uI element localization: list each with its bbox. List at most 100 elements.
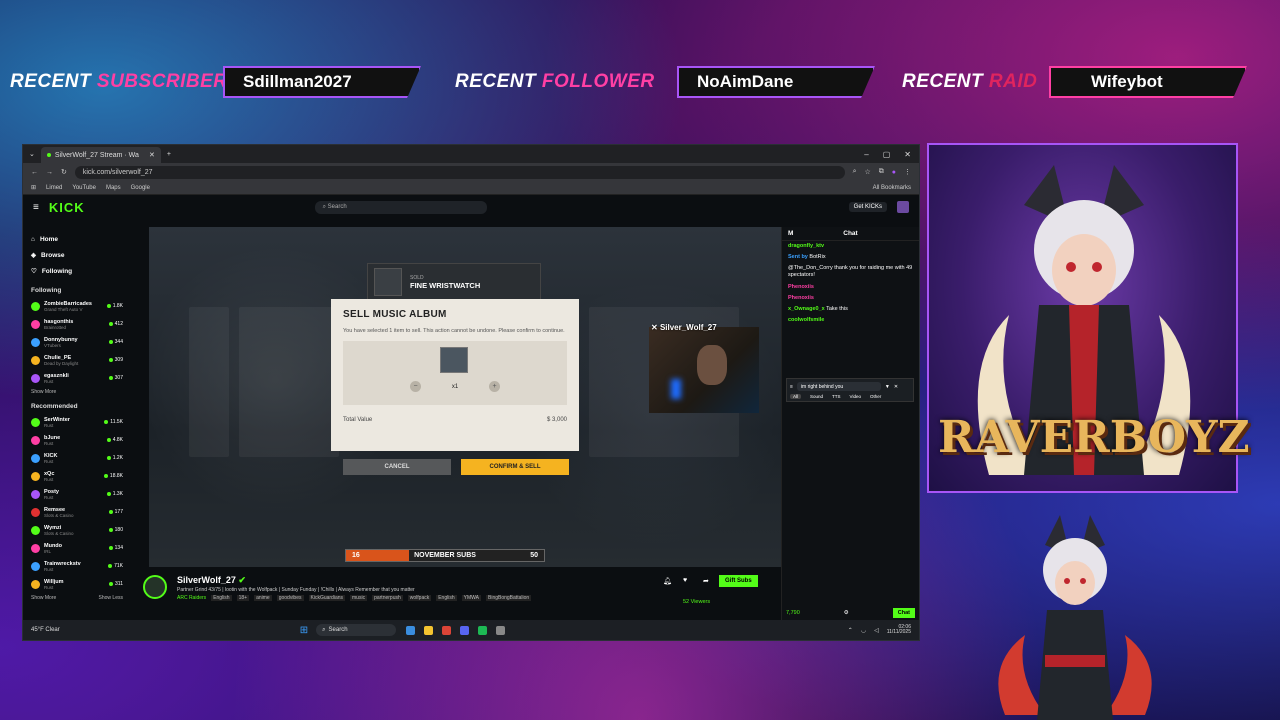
tab-list-icon[interactable]: ⌄: [23, 150, 41, 158]
stream-tag[interactable]: goodvibes: [276, 595, 304, 601]
recommended-channel[interactable]: Willjum Rust 311: [31, 575, 123, 593]
recommended-channel[interactable]: Wymzi Slots & Casino 180: [31, 521, 123, 539]
show-more-link[interactable]: Show More: [31, 389, 123, 395]
minimize-icon[interactable]: –: [864, 150, 868, 159]
video-player[interactable]: SOLD FINE WRISTWATCH SELL MUSIC ALBUM Yo…: [149, 227, 781, 567]
new-tab-icon[interactable]: +: [161, 151, 177, 158]
bell-icon[interactable]: 🔔︎: [663, 577, 672, 585]
following-channel[interactable]: Chulie_PE Dead by Daylight 309: [31, 351, 123, 369]
url-field[interactable]: kick.com/silverwolf_27: [74, 165, 845, 179]
weather-widget[interactable]: 45°F Clear: [31, 627, 60, 633]
recommended-channel[interactable]: KICK Rust 1.2K: [31, 449, 123, 467]
hamburger-icon[interactable]: ≡: [33, 202, 39, 213]
tray-arrow-icon[interactable]: ⌃: [848, 627, 853, 634]
category-link[interactable]: ARC Raiders: [177, 595, 206, 601]
stream-tag[interactable]: English: [211, 595, 232, 601]
nav-browse[interactable]: ◈ Browse: [31, 247, 123, 263]
show-less-link[interactable]: Show Less: [99, 595, 123, 601]
nav-following[interactable]: ♡ Following: [31, 263, 123, 279]
show-more-link-2[interactable]: Show More: [31, 595, 56, 601]
channel-avatar[interactable]: [143, 575, 167, 599]
recommended-channel[interactable]: bJune Rust 4.8K: [31, 431, 123, 449]
media-filter-tab[interactable]: All: [790, 394, 802, 399]
channel-name: Willjum: [44, 578, 64, 585]
recommended-channel[interactable]: Posty Rust 1.3K: [31, 485, 123, 503]
media-filter-tab[interactable]: Video: [850, 394, 861, 399]
channel-name[interactable]: SilverWolf_27 ✔: [177, 575, 246, 586]
following-channel[interactable]: egasznkli Rust 307: [31, 369, 123, 387]
obs-icon[interactable]: [496, 625, 506, 635]
stream-tag[interactable]: anime: [254, 595, 272, 601]
recommended-channel[interactable]: Remsee Slots & Casino 177: [31, 503, 123, 521]
close-tab-icon[interactable]: ✕: [149, 151, 155, 159]
stream-tag[interactable]: partnerpush: [372, 595, 403, 601]
live-dot-icon: [109, 582, 114, 586]
all-bookmarks[interactable]: All Bookmarks: [873, 185, 911, 191]
close-window-icon[interactable]: ✕: [904, 150, 911, 159]
cancel-button[interactable]: CANCEL: [343, 459, 451, 475]
profile-icon[interactable]: ●: [892, 169, 896, 176]
file-explorer-icon[interactable]: [424, 625, 434, 635]
following-channel[interactable]: hasgonthis Brainrotted 412: [31, 315, 123, 333]
recommended-channel[interactable]: SerWinter Rust 11.5K: [31, 413, 123, 431]
get-kicks-button[interactable]: Get KICKs: [848, 202, 887, 212]
confirm-sell-button[interactable]: CONFIRM & SELL: [461, 459, 569, 475]
start-icon[interactable]: ⊞: [300, 625, 308, 636]
spotify-icon[interactable]: [478, 625, 488, 635]
gift-subs-button[interactable]: Gift Subs: [719, 575, 758, 587]
taskview-icon[interactable]: [406, 625, 416, 635]
recommended-channel[interactable]: Mundo IRL 134: [31, 539, 123, 557]
bookmark-maps[interactable]: Maps: [106, 185, 121, 191]
bookmark-star-icon[interactable]: ☆: [864, 168, 870, 176]
kick-logo[interactable]: KICK: [49, 200, 85, 215]
stream-tag[interactable]: 18+: [236, 595, 250, 601]
stream-tag[interactable]: wolfpack: [407, 595, 432, 601]
list-icon[interactable]: ≡: [790, 384, 793, 390]
bookmark-youtube[interactable]: YouTube: [72, 185, 96, 191]
stream-tag[interactable]: YMWA: [461, 595, 481, 601]
decrease-button[interactable]: −: [410, 381, 421, 393]
taskbar-search[interactable]: ⌕ Search: [316, 624, 397, 636]
menu-icon[interactable]: ⋮: [904, 168, 911, 176]
media-filter-tab[interactable]: TTS: [832, 394, 841, 399]
maximize-icon[interactable]: ▢: [883, 150, 891, 159]
filter-icon[interactable]: ▼: [885, 384, 890, 390]
site-search-input[interactable]: ⌕ Search: [314, 200, 487, 214]
bookmark-google[interactable]: Google: [131, 185, 150, 191]
stream-tag[interactable]: KickGuardians: [308, 595, 346, 601]
close-popup-icon[interactable]: ✕: [894, 384, 898, 390]
settings-icon[interactable]: ⚙: [844, 610, 849, 616]
clock[interactable]: 02:06 11/11/2025: [887, 624, 911, 636]
zoom-icon[interactable]: ⌕: [853, 168, 857, 176]
apps-icon[interactable]: ⊞: [31, 184, 36, 191]
back-icon[interactable]: ←: [31, 169, 38, 176]
channel-name: xQc: [44, 470, 55, 477]
recommended-channel[interactable]: xQc Rust 18.8K: [31, 467, 123, 485]
forward-icon[interactable]: →: [46, 169, 53, 176]
heart-follow-icon[interactable]: ♥: [683, 577, 687, 584]
discord-icon[interactable]: [460, 625, 470, 635]
dialog-description: You have selected 1 item to sell. This a…: [343, 328, 565, 334]
increase-button[interactable]: +: [489, 381, 500, 393]
chat-mode[interactable]: M: [788, 230, 793, 237]
stream-tag[interactable]: music: [350, 595, 368, 601]
chat-send-button[interactable]: Chat: [892, 608, 915, 618]
extensions-icon[interactable]: ⧉: [879, 168, 884, 176]
user-avatar[interactable]: [897, 201, 909, 213]
stream-tag[interactable]: English: [436, 595, 457, 601]
recommended-channel[interactable]: Trainwreckstv Rust 71K: [31, 557, 123, 575]
wifi-icon[interactable]: ◡: [861, 627, 866, 634]
share-icon[interactable]: ➦: [703, 577, 709, 585]
stream-tag[interactable]: BingBongBattalion: [486, 595, 532, 601]
reload-icon[interactable]: ↻: [61, 168, 67, 176]
media-filter-tab[interactable]: Sound: [810, 394, 823, 399]
chrome-icon[interactable]: [442, 625, 452, 635]
volume-icon[interactable]: ◁: [874, 627, 879, 634]
following-channel[interactable]: Donnybunny VTubers 344: [31, 333, 123, 351]
nav-home[interactable]: ⌂ Home: [31, 231, 123, 247]
media-search-input[interactable]: im right behind you: [796, 382, 881, 391]
browser-tab[interactable]: SilverWolf_27 Stream · Wa ✕: [40, 147, 161, 163]
following-channel[interactable]: ZombieBarricades Grand Theft Auto V 1.8K: [31, 297, 123, 315]
bookmark-limed[interactable]: Limed: [46, 185, 62, 191]
media-filter-tab[interactable]: Other: [870, 394, 881, 399]
